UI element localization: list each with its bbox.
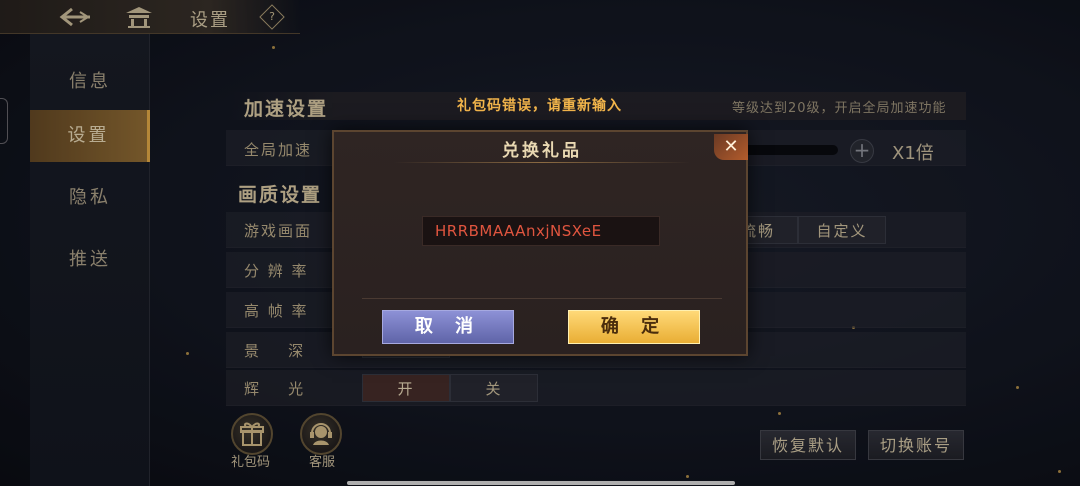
cancel-button[interactable]: 取 消 bbox=[382, 310, 514, 344]
gift-code-input[interactable] bbox=[422, 216, 660, 246]
error-toast: 礼包码错误，请重新输入 bbox=[457, 98, 622, 114]
dialog-title: 兑换礼品 bbox=[502, 141, 582, 161]
close-button[interactable]: ✕ bbox=[714, 134, 748, 160]
dialog-divider bbox=[362, 298, 722, 299]
redeem-gift-dialog: 兑换礼品 ✕ 取 消 确 定 bbox=[332, 130, 748, 356]
close-icon: ✕ bbox=[723, 136, 739, 157]
title-divider bbox=[394, 162, 690, 163]
confirm-button[interactable]: 确 定 bbox=[568, 310, 700, 344]
